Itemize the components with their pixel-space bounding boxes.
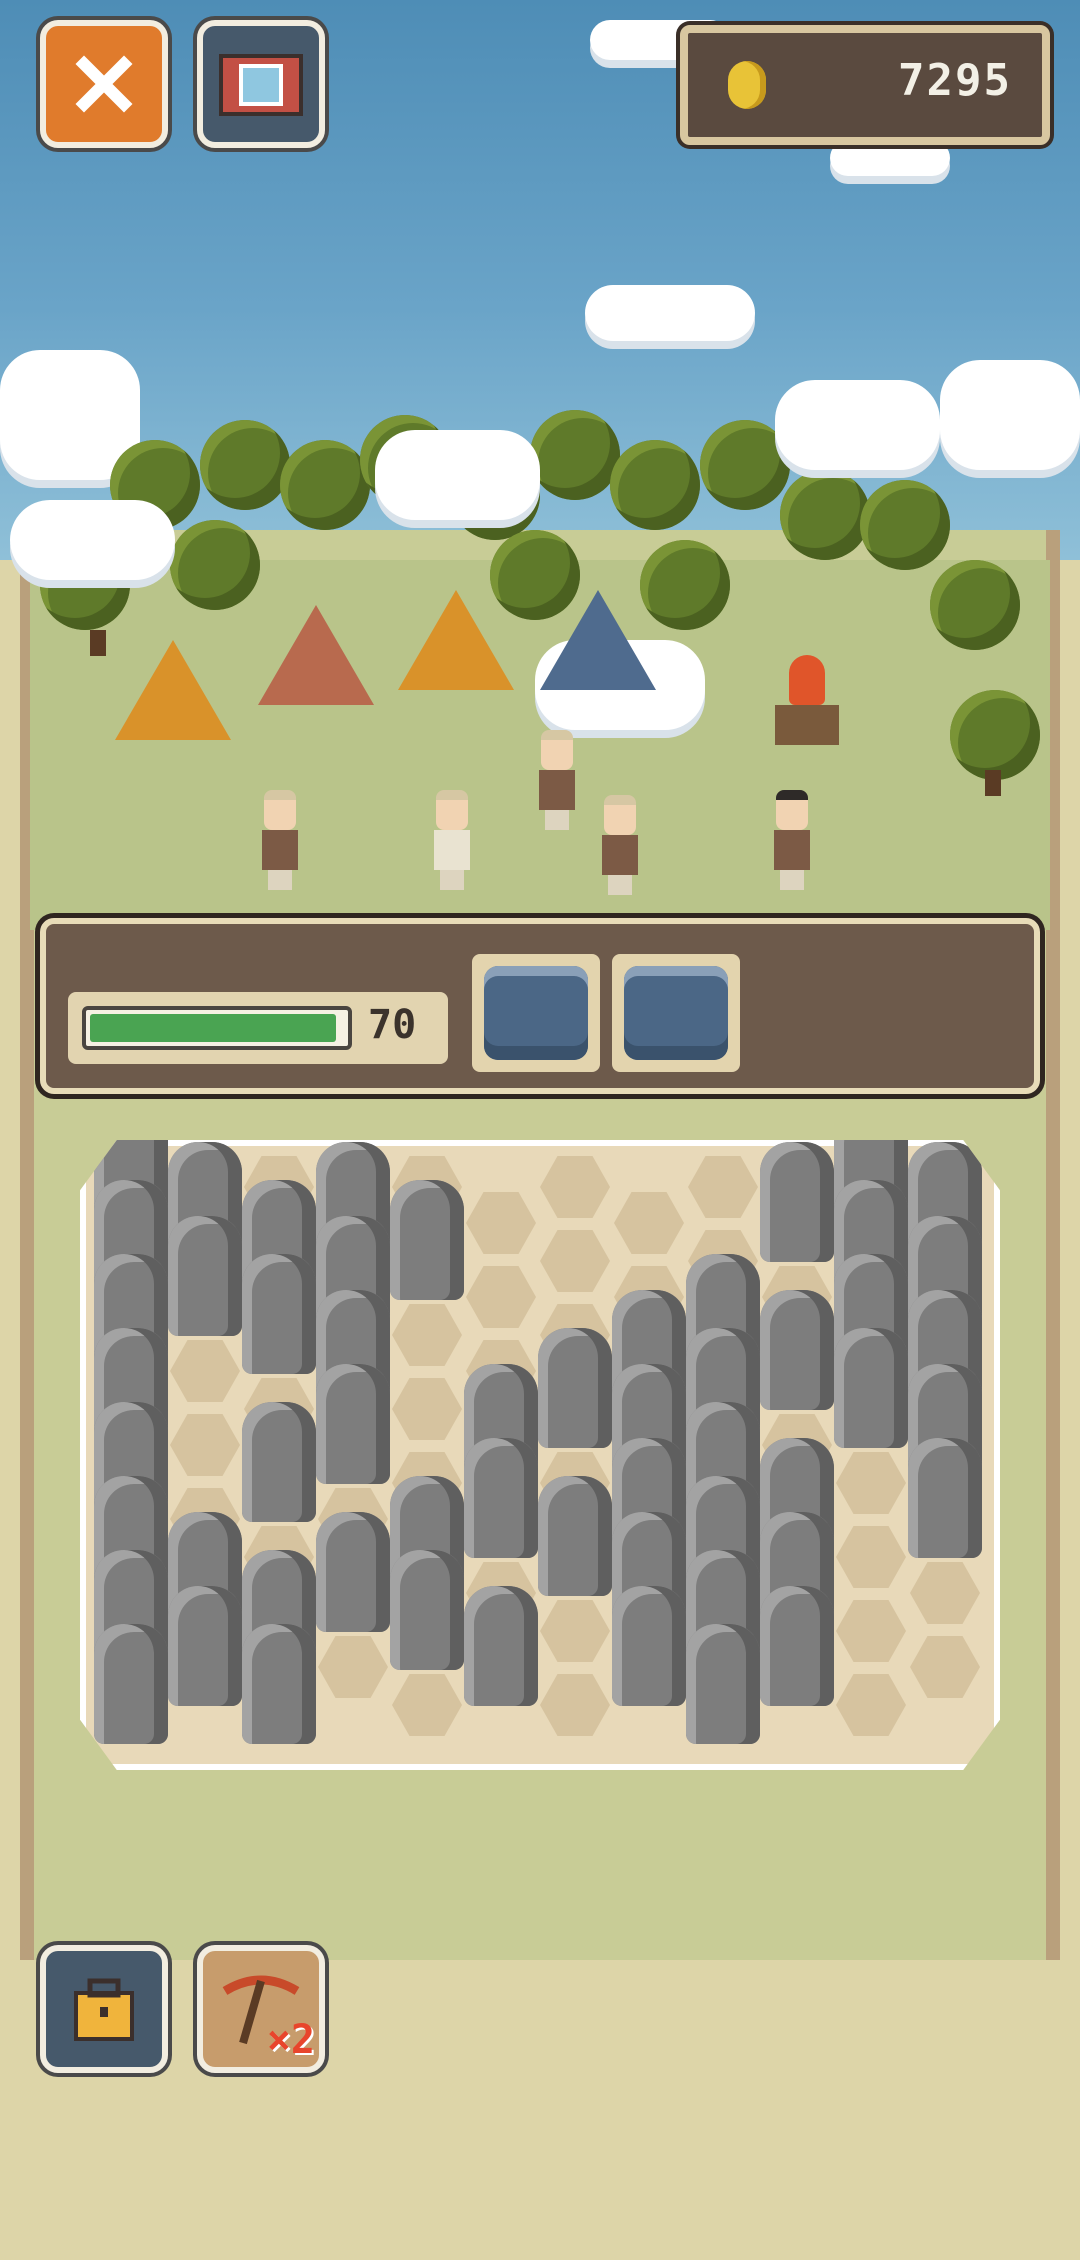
camera-icon xyxy=(219,54,303,116)
dig-tile[interactable] xyxy=(836,1600,906,1662)
cloud xyxy=(585,285,755,341)
rock-obstacle[interactable] xyxy=(390,1550,464,1670)
rock-obstacle[interactable] xyxy=(390,1180,464,1300)
close-button[interactable] xyxy=(40,20,168,148)
rock-obstacle[interactable] xyxy=(834,1328,908,1448)
coin-icon xyxy=(728,61,766,109)
tent-orange xyxy=(115,640,231,740)
cloud xyxy=(375,430,540,520)
dig-tile[interactable] xyxy=(540,1156,610,1218)
stamina-value: 70 xyxy=(368,1002,417,1048)
mine-cart-icon xyxy=(624,966,728,1060)
dig-board[interactable] xyxy=(80,1140,1000,1770)
rock-obstacle[interactable] xyxy=(464,1438,538,1558)
rock-obstacle[interactable] xyxy=(242,1402,316,1522)
rock-obstacle[interactable] xyxy=(316,1364,390,1484)
dig-tile[interactable] xyxy=(318,1636,388,1698)
worker[interactable] xyxy=(430,790,474,890)
stamina-bar xyxy=(82,1006,352,1050)
cloud xyxy=(830,140,950,176)
cloud xyxy=(940,360,1080,470)
pickaxe-boost-button[interactable]: ×2 xyxy=(197,1945,325,2073)
dig-tile[interactable] xyxy=(540,1674,610,1736)
rock-obstacle[interactable] xyxy=(316,1512,390,1632)
dig-tile[interactable] xyxy=(540,1600,610,1662)
dig-tile[interactable] xyxy=(910,1636,980,1698)
dig-tile[interactable] xyxy=(836,1674,906,1736)
rock-obstacle[interactable] xyxy=(760,1142,834,1262)
worker[interactable] xyxy=(770,790,814,890)
worker[interactable] xyxy=(258,790,302,890)
dig-tile[interactable] xyxy=(170,1414,240,1476)
cloud xyxy=(775,380,940,470)
rock-obstacle[interactable] xyxy=(686,1624,760,1744)
tent-orange xyxy=(398,590,514,690)
campfire xyxy=(775,655,839,745)
camera-button[interactable] xyxy=(197,20,325,148)
worker[interactable] xyxy=(535,730,579,830)
dig-tile[interactable] xyxy=(466,1266,536,1328)
dig-tile[interactable] xyxy=(836,1452,906,1514)
coin-counter: 7295 xyxy=(680,25,1050,145)
mine-cart-icon xyxy=(484,966,588,1060)
rock-obstacle[interactable] xyxy=(760,1290,834,1410)
dig-tile[interactable] xyxy=(170,1340,240,1402)
rock-obstacle[interactable] xyxy=(94,1624,168,1744)
dig-tile[interactable] xyxy=(466,1192,536,1254)
rock-obstacle[interactable] xyxy=(168,1216,242,1336)
dig-tile[interactable] xyxy=(392,1378,462,1440)
dig-tile[interactable] xyxy=(392,1304,462,1366)
dig-tile[interactable] xyxy=(540,1230,610,1292)
rock-obstacle[interactable] xyxy=(538,1476,612,1596)
rock-obstacle[interactable] xyxy=(908,1438,982,1558)
cart-slot[interactable] xyxy=(472,954,600,1072)
worker[interactable] xyxy=(598,795,642,895)
rock-obstacle[interactable] xyxy=(538,1328,612,1448)
cloud xyxy=(10,500,175,580)
dig-tile[interactable] xyxy=(910,1562,980,1624)
dig-tile[interactable] xyxy=(836,1526,906,1588)
cart-slot[interactable] xyxy=(612,954,740,1072)
stamina-bar-fill xyxy=(90,1014,336,1042)
tent-blue xyxy=(540,590,656,690)
dig-tile[interactable] xyxy=(688,1156,758,1218)
rock-obstacle[interactable] xyxy=(242,1624,316,1744)
rock-obstacle[interactable] xyxy=(168,1586,242,1706)
dig-tile[interactable] xyxy=(392,1674,462,1736)
rock-obstacle[interactable] xyxy=(464,1586,538,1706)
close-x-icon xyxy=(75,55,133,113)
pickaxe-multiplier: ×2 xyxy=(266,2017,315,2063)
tent-brown xyxy=(258,605,374,705)
dig-status-panel: 70 xyxy=(40,918,1040,1094)
coin-amount: 7295 xyxy=(898,55,1012,106)
toolbox-button[interactable] xyxy=(40,1945,168,2073)
stamina-box: 70 xyxy=(68,992,448,1064)
dig-tile[interactable] xyxy=(614,1192,684,1254)
rock-obstacle[interactable] xyxy=(612,1586,686,1706)
toolbox-icon xyxy=(74,1978,134,2041)
rock-obstacle[interactable] xyxy=(242,1254,316,1374)
rock-obstacle[interactable] xyxy=(760,1586,834,1706)
